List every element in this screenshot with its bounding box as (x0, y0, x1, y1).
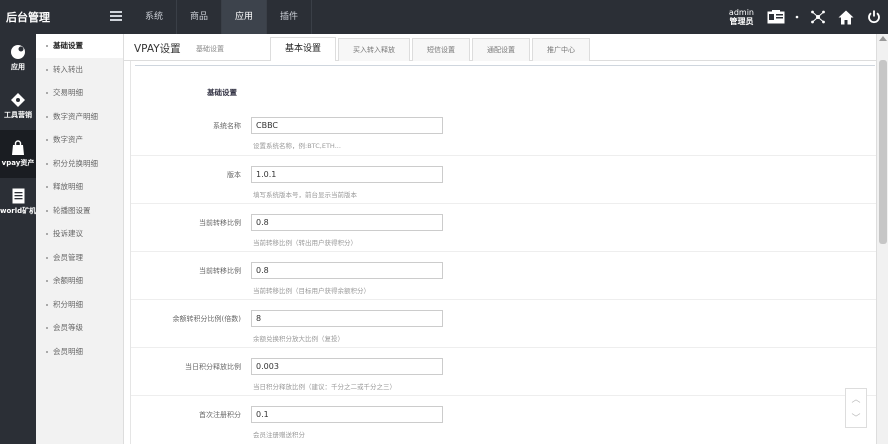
submenu-item[interactable]: 积分兑换明细 (36, 152, 123, 176)
field-help: 余额兑换积分放大比例（复投） (253, 335, 344, 343)
icon-sidebar: 应用 工具营销 vpay资产 world矿机 (0, 34, 36, 444)
power-icon[interactable] (860, 0, 888, 34)
topnav-item-system[interactable]: 系统 (132, 0, 178, 34)
balance-to-points-input[interactable] (251, 310, 443, 327)
submenu-item[interactable]: 数字资产 (36, 128, 123, 152)
page-subtitle: 基础设置 (196, 45, 224, 53)
top-bar: 后台管理 系统 商品 应用 插件 admin 管理员 (0, 0, 888, 34)
field-label: 当日积分释放比例 (185, 363, 241, 371)
page-scroll-nav: ︿ ﹀ (845, 388, 867, 428)
form-row: 首次注册积分 会员注册赠送积分 (131, 395, 876, 443)
submenu-item[interactable]: 交易明细 (36, 81, 123, 105)
iconbar-item-world[interactable]: world矿机 (0, 178, 36, 226)
user-info[interactable]: admin 管理员 (729, 8, 754, 26)
submenu-item[interactable]: 基础设置 (36, 34, 123, 58)
chevron-up-icon[interactable]: ︿ (846, 389, 866, 408)
field-help: 设置系统名称，例:BTC,ETH... (253, 142, 341, 150)
submenu-item[interactable]: 数字资产明细 (36, 105, 123, 129)
topnav-item-apps[interactable]: 应用 (222, 0, 268, 34)
settings-tabs: 基本设置 买入转入释放 短信设置 通配设置 推广中心 (270, 37, 592, 61)
field-label: 版本 (227, 171, 241, 179)
form-row: 当日积分释放比例 当日积分释放比例（建议：千分之二或千分之三） (131, 347, 876, 395)
sub-menu: 基础设置 转入转出 交易明细 数字资产明细 数字资产 积分兑换明细 释放明细 轮… (36, 34, 124, 444)
settings-form: 基础设置 系统名称 设置系统名称，例:BTC,ETH... 版本 填写系统版本号… (130, 61, 876, 444)
transfer-ratio-input[interactable] (251, 214, 443, 231)
submenu-item[interactable]: 会员管理 (36, 246, 123, 270)
submenu-item[interactable]: 会员等级 (36, 316, 123, 340)
user-card-icon[interactable] (762, 0, 790, 34)
divider (135, 65, 875, 66)
iconbar-item-vpay[interactable]: vpay资产 (0, 130, 36, 178)
daily-release-ratio-input[interactable] (251, 358, 443, 375)
submenu-item[interactable]: 轮播图设置 (36, 199, 123, 223)
user-name: admin (728, 8, 754, 17)
main-header: VPAY设置 基础设置 基本设置 买入转入释放 短信设置 通配设置 推广中心 (124, 34, 876, 61)
iconbar-item-marketing[interactable]: 工具营销 (0, 82, 36, 130)
topnav-item-plugins[interactable]: 插件 (267, 0, 313, 34)
submenu-item[interactable]: 会员明细 (36, 340, 123, 364)
user-role: 管理员 (729, 17, 754, 26)
scrollbar[interactable] (876, 34, 888, 444)
field-label: 余额转积分比例(倍数) (172, 315, 241, 323)
submenu-item[interactable]: 投诉建议 (36, 222, 123, 246)
tag-icon (11, 93, 25, 107)
register-points-input[interactable] (251, 406, 443, 423)
submenu-item[interactable]: 余额明细 (36, 269, 123, 293)
form-row: 当前转移比例 当前转移比例（目标用户获得余额积分） (131, 251, 876, 299)
document-icon (12, 188, 24, 204)
submenu-item[interactable]: 积分明细 (36, 293, 123, 317)
system-name-input[interactable] (251, 117, 443, 134)
iconbar-item-apps[interactable]: 应用 (0, 34, 36, 82)
tab-sms[interactable]: 短信设置 (412, 38, 471, 61)
submenu-item[interactable]: 释放明细 (36, 175, 123, 199)
chevron-down-icon[interactable] (790, 0, 804, 34)
top-nav: 系统 商品 应用 插件 (132, 0, 313, 34)
bag-icon (12, 140, 24, 155)
brand-title: 后台管理 (6, 11, 50, 24)
field-help: 填写系统版本号，前台显示当前版本 (253, 191, 357, 199)
puzzle-icon (11, 45, 25, 59)
iconbar-label: 工具营销 (4, 111, 32, 119)
field-label: 当前转移比例 (199, 267, 241, 275)
field-help: 会员注册赠送积分 (253, 431, 305, 439)
top-right-tools: admin 管理员 (729, 0, 888, 34)
form-row: 当前转移比例 当前转移比例（转出用户获得积分） (131, 203, 876, 251)
page-title: VPAY设置 (134, 43, 181, 55)
submenu-item[interactable]: 转入转出 (36, 58, 123, 82)
field-label: 系统名称 (213, 122, 241, 130)
section-title: 基础设置 (207, 88, 237, 97)
form-row: 版本 填写系统版本号，前台显示当前版本 (131, 155, 876, 203)
tab-buy-release[interactable]: 买入转入释放 (338, 38, 411, 61)
network-icon[interactable] (804, 0, 832, 34)
form-row: 系统名称 设置系统名称，例:BTC,ETH... (131, 107, 876, 155)
scroll-thumb[interactable] (879, 60, 887, 244)
tab-general[interactable]: 通配设置 (472, 38, 531, 61)
topnav-item-goods[interactable]: 商品 (177, 0, 223, 34)
field-help: 当前转移比例（转出用户获得积分） (253, 239, 357, 247)
version-input[interactable] (251, 166, 443, 183)
field-help: 当日积分释放比例（建议：千分之二或千分之三） (253, 383, 396, 391)
field-label: 首次注册积分 (199, 411, 241, 419)
iconbar-label: vpay资产 (1, 159, 35, 167)
iconbar-label: 应用 (11, 63, 25, 71)
scroll-up-icon[interactable] (879, 36, 887, 41)
tab-basic[interactable]: 基本设置 (270, 37, 337, 61)
iconbar-label: world矿机 (0, 207, 36, 215)
menu-toggle-icon[interactable] (110, 11, 122, 23)
home-icon[interactable] (832, 0, 860, 34)
form-row: 余额转积分比例(倍数) 余额兑换积分放大比例（复投） (131, 299, 876, 347)
field-help: 当前转移比例（目标用户获得余额积分） (253, 287, 370, 295)
field-label: 当前转移比例 (199, 219, 241, 227)
chevron-down-icon[interactable]: ﹀ (846, 408, 866, 427)
transfer-ratio-target-input[interactable] (251, 262, 443, 279)
tab-promotion[interactable]: 推广中心 (532, 38, 591, 61)
